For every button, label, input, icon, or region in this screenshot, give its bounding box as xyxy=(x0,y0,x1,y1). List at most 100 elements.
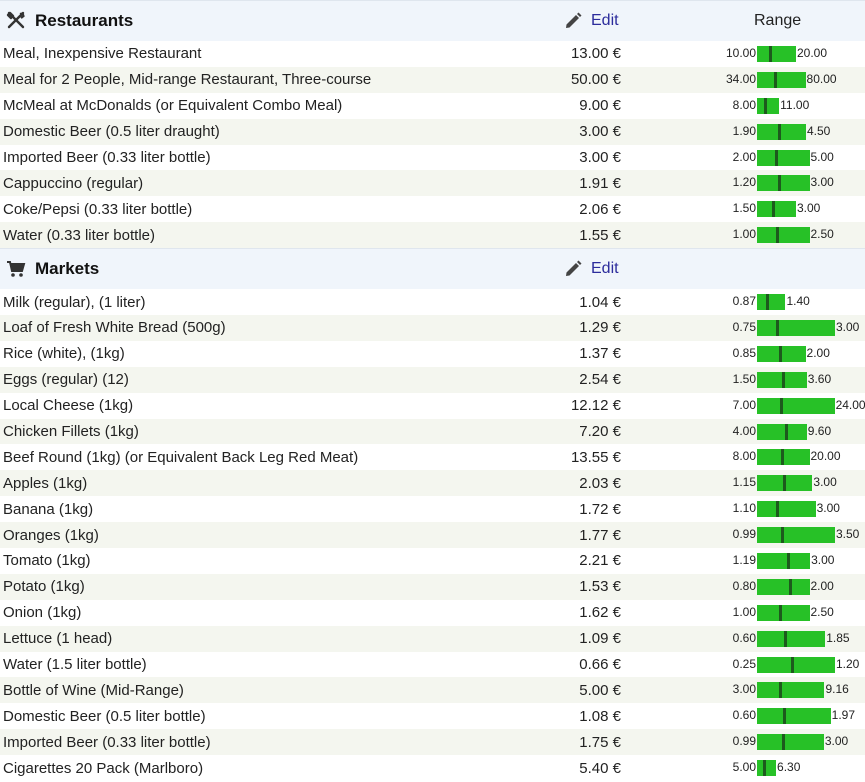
table-row: Cappuccino (regular) 1.91 € 1.20 3.00 xyxy=(0,170,865,197)
range-low: 0.99 xyxy=(732,527,756,542)
item-price: 5.40 € xyxy=(579,759,621,777)
item-price: 3.00 € xyxy=(579,123,621,141)
table-row: Water (1.5 liter bottle) 0.66 € 0.25 1.20 xyxy=(0,652,865,678)
section-header-restaurants: Restaurants Edit Range xyxy=(0,0,865,41)
range-high: 80.00 xyxy=(806,71,837,86)
range-bar xyxy=(757,320,835,337)
price-range: 4.00 9.60 xyxy=(700,419,865,445)
range-average-marker xyxy=(778,345,782,362)
range-low: 1.00 xyxy=(732,227,756,242)
item-name: Onion (1kg) xyxy=(3,604,82,622)
range-bar xyxy=(757,71,806,88)
item-price: 12.12 € xyxy=(570,397,621,415)
item-price: 1.77 € xyxy=(579,526,621,544)
table-row: Bottle of Wine (Mid-Range) 5.00 € 3.00 9.16 xyxy=(0,677,865,704)
range-bar xyxy=(757,46,796,62)
range-bar xyxy=(757,227,810,244)
range-high: 3.00 xyxy=(824,734,849,749)
item-price: 1.29 € xyxy=(579,319,621,337)
item-price: 2.03 € xyxy=(579,474,621,492)
range-average-marker xyxy=(782,708,786,725)
item-price: 1.08 € xyxy=(579,707,621,725)
item-name: Local Cheese (1kg) xyxy=(3,397,134,415)
item-price: 1.37 € xyxy=(579,345,621,363)
range-low: 0.80 xyxy=(732,578,756,593)
table-row: Domestic Beer (0.5 liter bottle) 1.08 € 0.… xyxy=(0,703,865,729)
price-range: 1.50 3.60 xyxy=(700,367,865,393)
range-bar xyxy=(757,656,835,673)
price-range: 8.00 11.00 xyxy=(700,93,865,119)
table-row: Local Cheese (1kg) 12.12 € 7.00 24.00 xyxy=(0,393,865,419)
table-row: Water (0.33 liter bottle) 1.55 € 1.00 2.50 xyxy=(0,222,865,249)
range-high: 3.00 xyxy=(836,320,860,335)
table-row: Lettuce (1 head) 1.09 € 0.60 1.85 xyxy=(0,625,865,652)
item-price: 13.00 € xyxy=(570,45,621,63)
item-price: 0.66 € xyxy=(579,656,621,674)
item-price: 1.55 € xyxy=(579,226,621,244)
range-average-marker xyxy=(778,682,782,699)
table-row: Cigarettes 20 Pack (Marlboro) 5.40 € 5.00 6… xyxy=(0,755,865,781)
edit-label: Edit xyxy=(591,260,619,278)
range-average-marker xyxy=(781,449,785,466)
table-row: Chicken Fillets (1kg) 7.20 € 4.00 9.60 xyxy=(0,418,865,445)
item-price: 9.00 € xyxy=(579,97,621,115)
range-low: 0.85 xyxy=(732,345,756,360)
range-average-marker xyxy=(777,123,781,140)
price-range: 1.10 3.00 xyxy=(700,496,865,522)
range-bar xyxy=(757,294,786,311)
range-low: 0.87 xyxy=(732,294,756,309)
range-bar xyxy=(757,397,835,414)
price-range: 0.60 1.85 xyxy=(700,626,865,652)
range-average-marker xyxy=(780,397,784,414)
table-row: Domestic Beer (0.5 liter draught) 3.00 € 1… xyxy=(0,118,865,145)
price-range: 5.00 6.30 xyxy=(700,755,865,781)
item-name: Apples (1kg) xyxy=(3,474,88,492)
range-high: 1.20 xyxy=(836,656,860,671)
item-name: Eggs (regular) (12) xyxy=(3,371,129,389)
range-average-marker xyxy=(764,97,768,114)
range-high: 5.00 xyxy=(810,149,834,164)
range-low: 4.00 xyxy=(732,423,756,438)
price-range: 0.99 3.50 xyxy=(700,522,865,548)
table-row: Imported Beer (0.33 liter bottle) 3.00 € 2… xyxy=(0,145,865,171)
range-high: 20.00 xyxy=(810,449,841,464)
price-range: 10.00 20.00 xyxy=(700,41,865,67)
edit-button[interactable]: Edit xyxy=(563,249,619,289)
item-price: 2.21 € xyxy=(579,552,621,570)
section-header-markets: Markets Edit xyxy=(0,248,865,290)
range-high: 4.50 xyxy=(806,123,831,138)
range-column-header: Range xyxy=(754,12,802,29)
item-name: Lettuce (1 head) xyxy=(3,630,113,648)
range-low: 3.00 xyxy=(732,682,756,697)
range-bar xyxy=(757,97,780,114)
range-bar xyxy=(757,708,831,725)
range-average-marker xyxy=(788,578,792,595)
range-low: 0.99 xyxy=(732,734,756,749)
range-high: 2.50 xyxy=(810,604,834,619)
range-bar xyxy=(757,501,816,518)
item-name: Water (0.33 liter bottle) xyxy=(3,226,155,244)
item-name: Cigarettes 20 Pack (Marlboro) xyxy=(3,759,204,777)
range-high: 1.85 xyxy=(826,630,850,645)
item-price: 2.54 € xyxy=(579,371,621,389)
item-price: 5.00 € xyxy=(579,681,621,699)
range-average-marker xyxy=(785,423,789,440)
range-bar xyxy=(757,760,777,777)
item-name: Potato (1kg) xyxy=(3,578,85,596)
table-row: McMeal at McDonalds (or Equivalent Combo… xyxy=(0,93,865,119)
cost-of-living-table: Restaurants Edit Range Meal, Inexpensive Re… xyxy=(0,0,865,781)
section-title: Markets xyxy=(35,259,100,279)
pencil-icon xyxy=(563,11,583,31)
pencil-icon xyxy=(563,259,583,279)
range-high: 3.50 xyxy=(836,527,860,542)
range-average-marker xyxy=(786,553,790,570)
range-high: 3.00 xyxy=(810,175,834,190)
price-range: 0.99 3.00 xyxy=(700,729,865,755)
range-bar xyxy=(757,475,813,492)
price-range: 0.75 3.00 xyxy=(700,315,865,341)
range-high: 11.00 xyxy=(780,97,810,112)
item-price: 1.72 € xyxy=(579,500,621,518)
range-average-marker xyxy=(773,71,777,88)
range-high: 20.00 xyxy=(797,46,828,60)
edit-button[interactable]: Edit xyxy=(563,1,619,41)
